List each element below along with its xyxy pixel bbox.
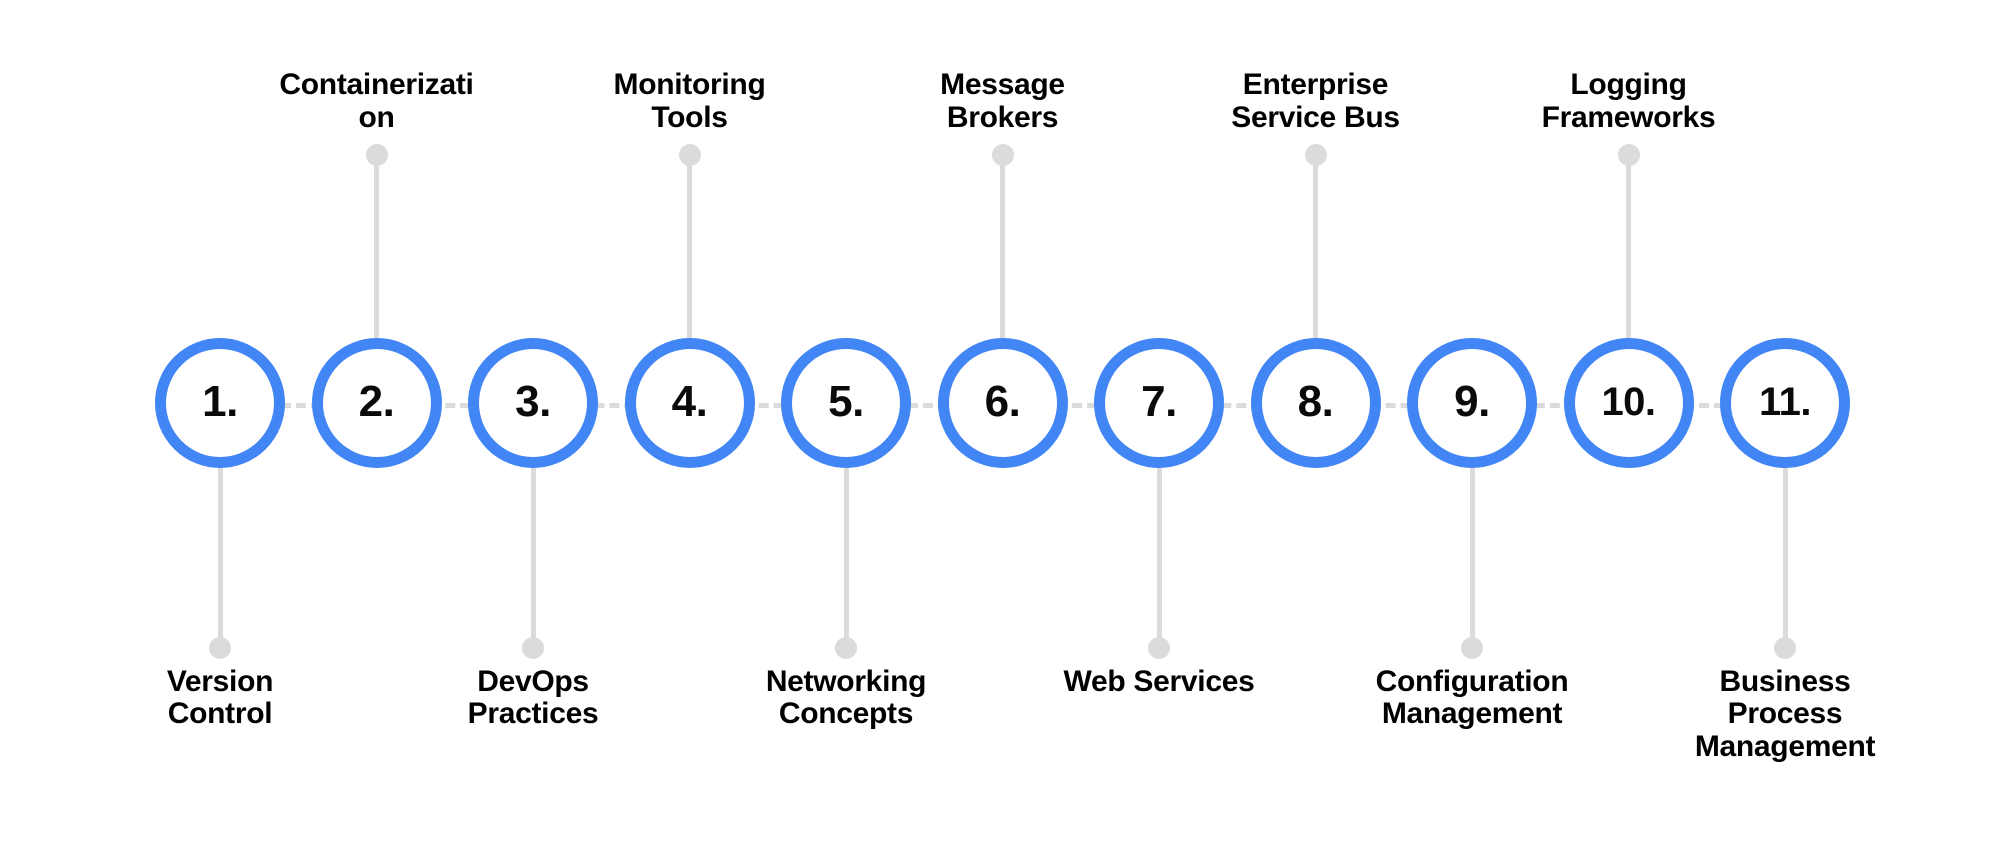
step-circle-9[interactable]: 9. <box>1407 338 1537 468</box>
step-label-5: Networking Concepts <box>716 665 976 731</box>
step-label-line: Version <box>166 665 274 698</box>
step-label-line: Enterprise <box>1242 68 1389 102</box>
step-stem-dot <box>991 144 1014 166</box>
step-number: 5. <box>828 377 864 426</box>
step-stem-dot <box>209 637 231 659</box>
step-circle-7[interactable]: 7. <box>1094 338 1224 468</box>
step-circle-8[interactable]: 8. <box>1250 338 1381 468</box>
step-stem <box>687 155 692 348</box>
step-label-line: Tools <box>651 100 728 134</box>
step-label-3: DevOps Practices <box>403 665 663 731</box>
step-label-line: Brokers <box>946 100 1059 134</box>
step-label-line: Message <box>940 68 1065 102</box>
step-stem-dot <box>1617 144 1640 166</box>
step-label-line: Concepts <box>778 697 914 731</box>
step-stem <box>1000 155 1005 348</box>
timeline-diagram: 1. Version Control 2. Containerizati on 3. DevO… <box>0 0 2000 848</box>
step-stem-dot <box>522 637 544 659</box>
step-label-line: Web Services <box>1063 665 1255 698</box>
step-stem <box>843 458 849 648</box>
step-stem-dot <box>1148 637 1170 659</box>
step-label-line: Configuration <box>1375 665 1569 698</box>
step-number: 4. <box>671 377 708 426</box>
step-label-6: Message Brokers <box>873 68 1133 134</box>
step-label-10: Logging Frameworks <box>1499 68 1759 134</box>
step-stem-dot <box>1774 637 1796 659</box>
step-number: 7. <box>1141 377 1177 426</box>
step-label-line: Containerizati <box>279 68 474 102</box>
step-number: 2. <box>358 377 395 426</box>
step-circle-1[interactable]: 1. <box>155 338 285 468</box>
step-label-line: on <box>358 100 395 134</box>
step-stem <box>217 458 223 648</box>
step-circle-3[interactable]: 3. <box>468 338 598 468</box>
step-stem <box>1156 458 1162 648</box>
step-number: 6. <box>984 377 1021 426</box>
step-circle-5[interactable]: 5. <box>781 338 911 468</box>
step-label-1: Version Control <box>90 665 350 731</box>
step-number: 9. <box>1454 377 1490 426</box>
step-stem <box>530 458 536 648</box>
step-label-11: Business Process Management <box>1655 665 1915 763</box>
step-stem <box>1782 458 1788 648</box>
step-number: 11. <box>1759 380 1811 424</box>
step-stem-dot <box>1304 144 1327 166</box>
step-label-line: Management <box>1381 697 1563 731</box>
step-stem <box>1469 458 1475 648</box>
step-label-line: Monitoring <box>613 68 766 102</box>
step-label-line: Management <box>1694 729 1876 763</box>
step-stem-dot <box>678 144 701 166</box>
step-label-9: Configuration Management <box>1342 665 1602 731</box>
step-label-line: Business <box>1719 665 1851 698</box>
step-number: 8. <box>1297 377 1334 426</box>
step-number: 3. <box>515 377 551 426</box>
step-label-4: Monitoring Tools <box>560 68 820 134</box>
step-circle-10[interactable]: 10. <box>1563 338 1694 468</box>
step-stem <box>1313 155 1318 348</box>
step-number: 10. <box>1601 380 1656 424</box>
step-label-8: Enterprise Service Bus <box>1186 68 1446 134</box>
step-stem-dot <box>365 144 388 166</box>
step-stem <box>374 155 379 348</box>
step-label-line: Networking <box>765 665 927 698</box>
step-label-line: Practices <box>467 697 599 731</box>
step-circle-2[interactable]: 2. <box>311 338 442 468</box>
step-label-line: DevOps <box>477 665 589 698</box>
step-label-line: Frameworks <box>1541 100 1716 134</box>
step-label-2: Containerizati on <box>247 68 507 134</box>
step-number: 1. <box>202 377 238 426</box>
step-stem-dot <box>1461 637 1483 659</box>
step-label-line: Service Bus <box>1231 100 1400 134</box>
step-circle-11[interactable]: 11. <box>1720 338 1850 468</box>
step-stem-dot <box>835 637 857 659</box>
step-label-line: Control <box>167 697 273 731</box>
step-circle-6[interactable]: 6. <box>937 338 1068 468</box>
step-label-line: Process <box>1727 697 1843 731</box>
step-label-7: Web Services <box>1029 665 1289 698</box>
step-label-line: Logging <box>1570 68 1687 102</box>
step-circle-4[interactable]: 4. <box>624 338 755 468</box>
step-stem <box>1626 155 1631 348</box>
